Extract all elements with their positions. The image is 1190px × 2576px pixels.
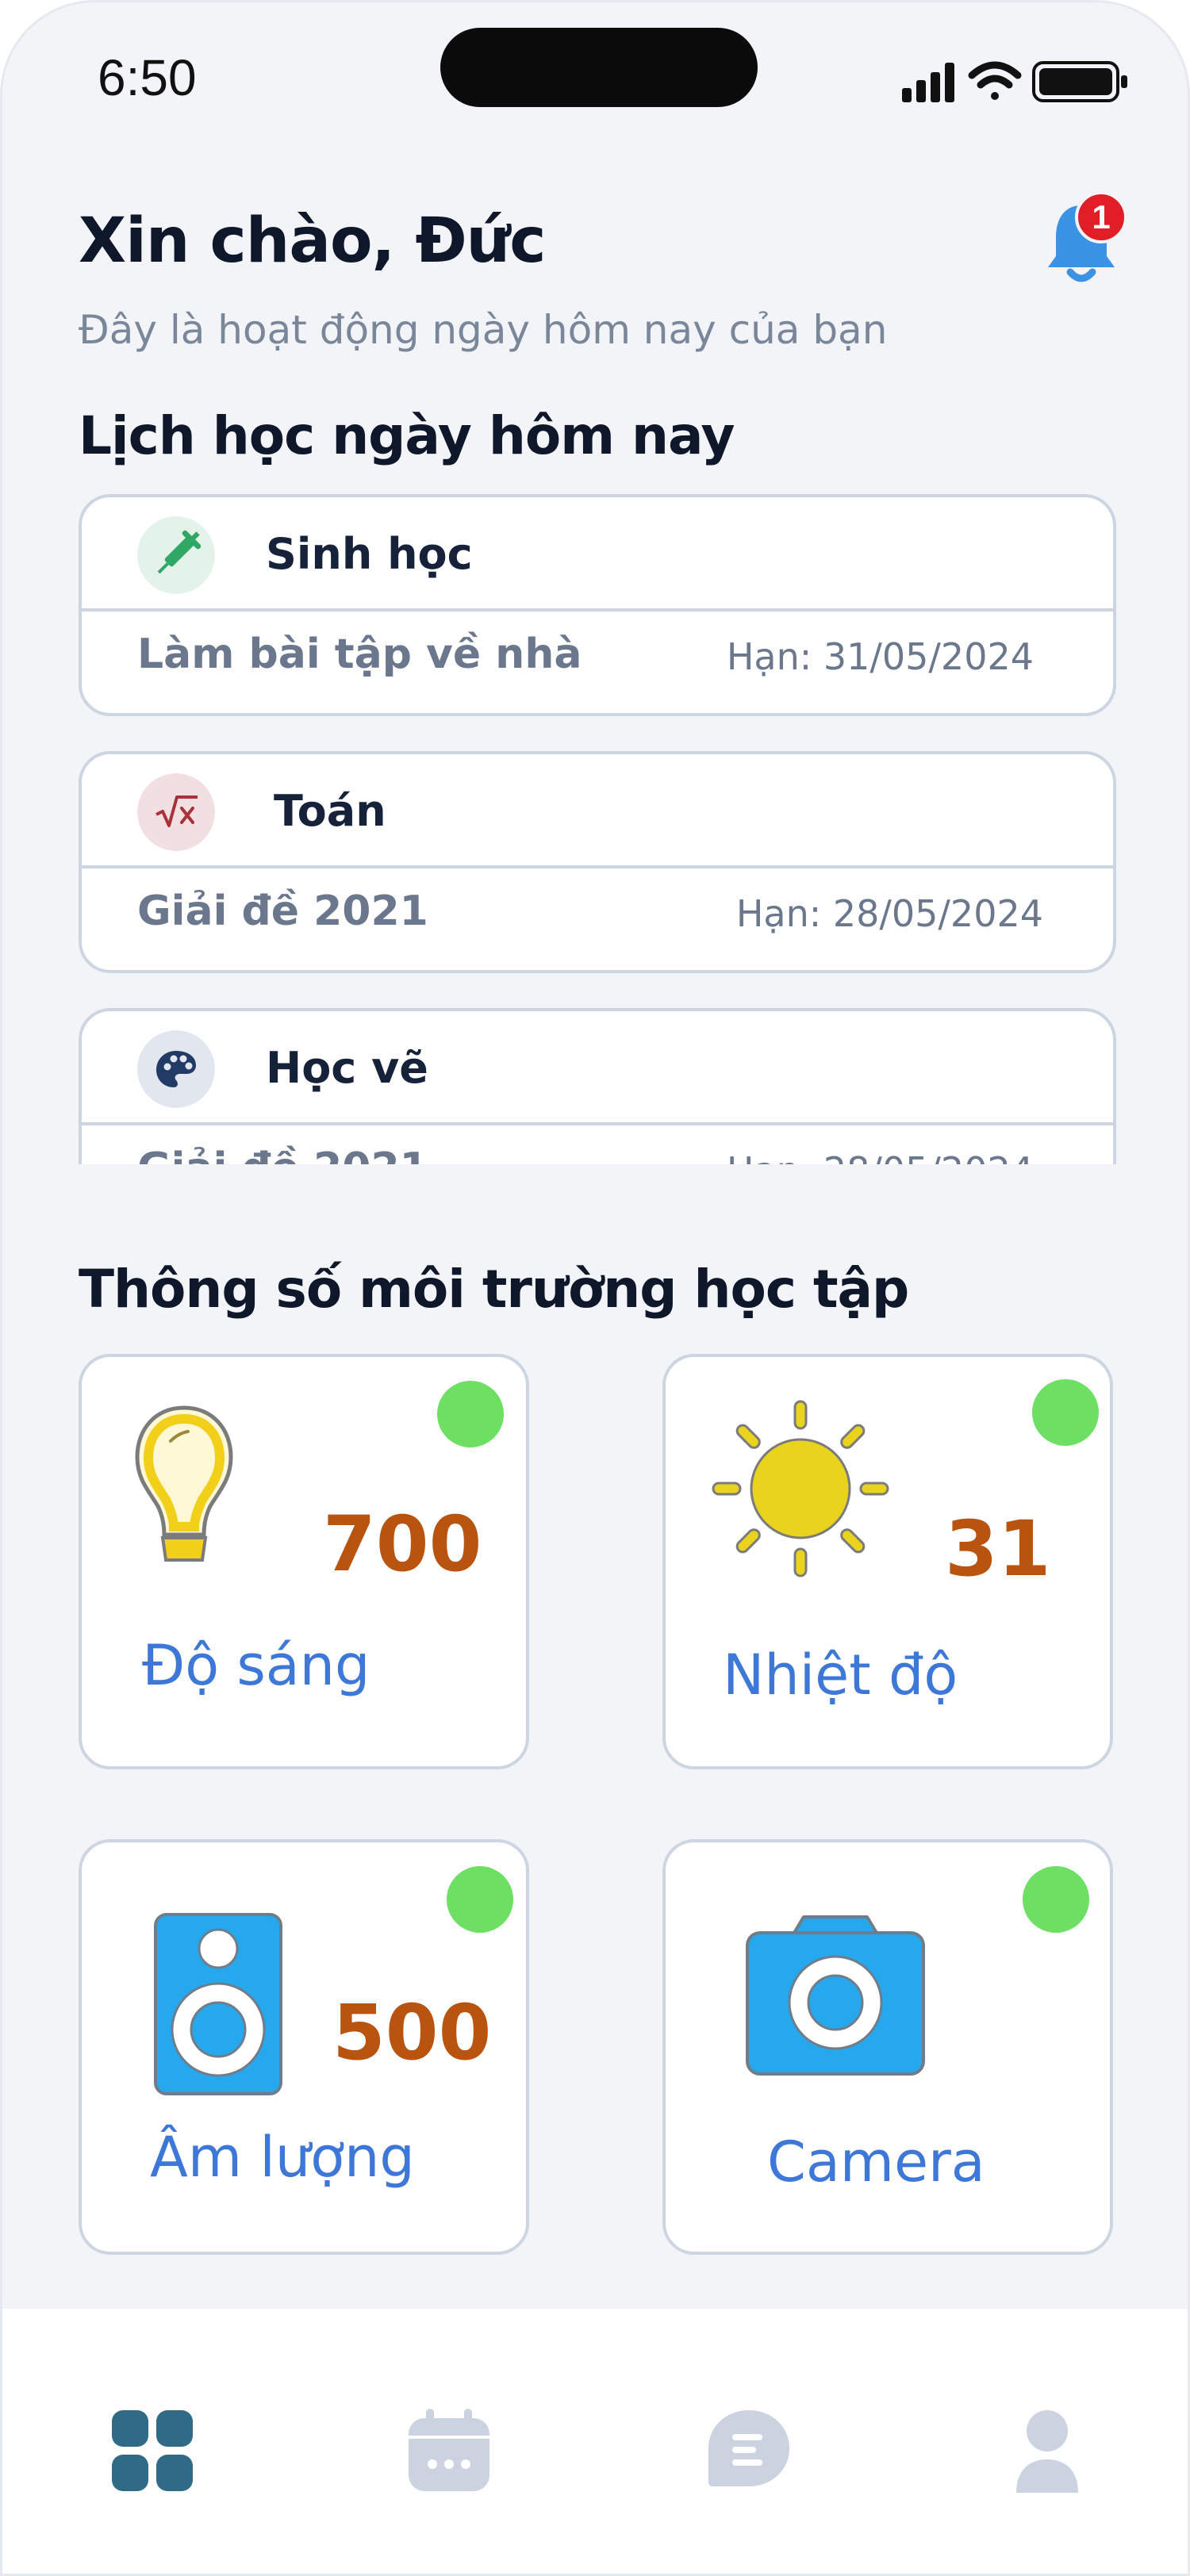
schedule-card[interactable]: Học vẽ Giải đề 2021 Hạn: 28/05/2024 [79, 1008, 1116, 1164]
speaker-icon [154, 1913, 282, 2095]
dashboard-icon[interactable] [109, 2407, 196, 2494]
temperature-card[interactable]: 31 Nhiệt độ [662, 1354, 1113, 1769]
task-due-date: Hạn: 31/05/2024 [726, 635, 1034, 678]
status-dot [1023, 1866, 1089, 1933]
schedule-list[interactable]: Sinh học Làm bài tập về nhà Hạn: 31/05/2… [79, 494, 1116, 1164]
task-title: Giải đề 2021 [137, 1144, 428, 1164]
temperature-value: 31 [945, 1505, 1051, 1593]
sun-icon [712, 1400, 889, 1577]
subject-name: Học vẽ [266, 1043, 428, 1093]
camera-icon [746, 1915, 925, 2076]
greeting-title: Xin chào, Đức [79, 205, 546, 277]
lightbulb-icon [135, 1405, 233, 1562]
palette-icon [137, 1030, 215, 1108]
calendar-icon[interactable] [405, 2407, 493, 2494]
wifi-icon [968, 61, 1022, 100]
volume-value: 500 [332, 1988, 492, 2077]
schedule-section-title: Lịch học ngày hôm nay [79, 405, 735, 466]
task-title: Giải đề 2021 [137, 887, 428, 935]
syringe-icon [137, 516, 215, 594]
temperature-label: Nhiệt độ [723, 1643, 958, 1708]
battery-icon [1032, 61, 1127, 102]
task-due-date: Hạn: 28/05/2024 [735, 892, 1043, 935]
status-time: 6:50 [98, 49, 197, 106]
notes-icon[interactable] [705, 2407, 793, 2494]
volume-card[interactable]: 500 Âm lượng [79, 1839, 529, 2255]
schedule-card-header: Sinh học [82, 497, 1113, 611]
bottom-navigation [2, 2309, 1188, 2574]
dynamic-island [440, 28, 758, 107]
schedule-card-header: Học vẽ [82, 1011, 1113, 1125]
camera-label: Camera [767, 2129, 985, 2195]
task-due-date: Hạn: 28/05/2024 [727, 1149, 1034, 1164]
math-sqrt-icon [137, 773, 215, 851]
phone-screen: 6:50 Xin chào, Đức Đây là hoạt động ngày… [0, 0, 1190, 2576]
brightness-label: Độ sáng [142, 1633, 370, 1698]
status-icons [902, 61, 1127, 102]
schedule-card[interactable]: Toán Giải đề 2021 Hạn: 28/05/2024 [79, 751, 1116, 973]
status-dot [447, 1866, 513, 1933]
camera-card[interactable]: Camera [662, 1839, 1113, 2255]
subject-name: Sinh học [266, 529, 473, 579]
brightness-value: 700 [323, 1500, 482, 1589]
schedule-card[interactable]: Sinh học Làm bài tập về nhà Hạn: 31/05/2… [79, 494, 1116, 716]
volume-label: Âm lượng [150, 2125, 415, 2190]
greeting-subtitle: Đây là hoạt động ngày hôm nay của bạn [79, 307, 888, 353]
status-dot [437, 1381, 504, 1447]
brightness-card[interactable]: 700 Độ sáng [79, 1354, 529, 1769]
notification-badge: 1 [1075, 191, 1127, 243]
status-dot [1032, 1379, 1099, 1446]
schedule-card-header: Toán [82, 754, 1113, 868]
signal-icon [902, 63, 954, 102]
environment-section-title: Thông số môi trường học tập [79, 1259, 909, 1320]
subject-name: Toán [274, 786, 386, 836]
task-title: Làm bài tập về nhà [137, 631, 582, 678]
profile-icon[interactable] [1004, 2407, 1091, 2494]
